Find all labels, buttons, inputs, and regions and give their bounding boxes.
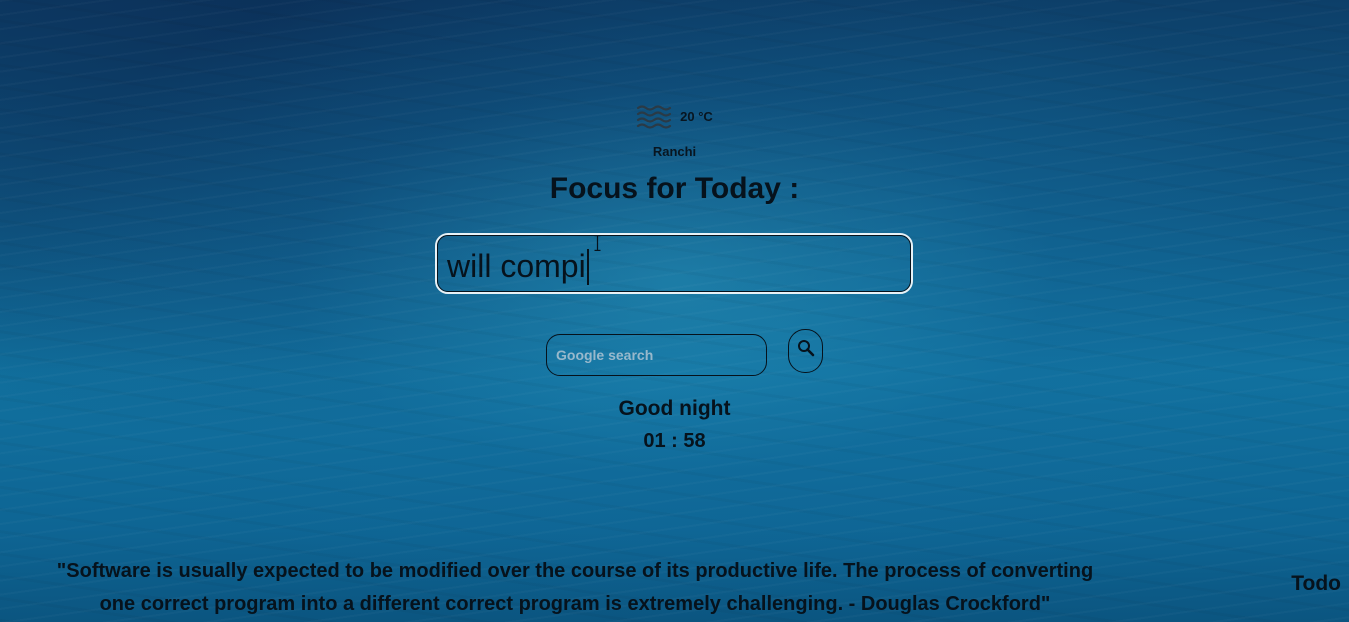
ocean-background (0, 0, 1349, 622)
weather-widget: 20 °C (0, 103, 1349, 129)
text-caret (586, 248, 589, 285)
clock-time: 01 : 58 (643, 430, 706, 452)
ibeam-cursor-icon (594, 235, 601, 251)
search-button[interactable] (788, 329, 823, 373)
search-placeholder: Google search (556, 347, 654, 363)
temperature: 20 °C (680, 108, 713, 124)
quote-line-2: one correct program into a different cor… (99, 593, 1051, 615)
google-search-input[interactable]: Google search (546, 334, 767, 376)
greeting-text: Good night (618, 397, 731, 420)
focus-input[interactable]: will compi (435, 233, 913, 294)
quote-text: "Software is usually expected to be modi… (0, 555, 1150, 621)
search-icon (797, 340, 814, 357)
todo-link[interactable]: Todo (1291, 572, 1341, 596)
fog-waves-icon (637, 105, 672, 129)
quote-line-1: "Software is usually expected to be modi… (56, 560, 1094, 582)
city-name: Ranchi (652, 144, 697, 159)
focus-input-value: will compi (447, 248, 586, 284)
focus-title: Focus for Today : (549, 172, 800, 205)
